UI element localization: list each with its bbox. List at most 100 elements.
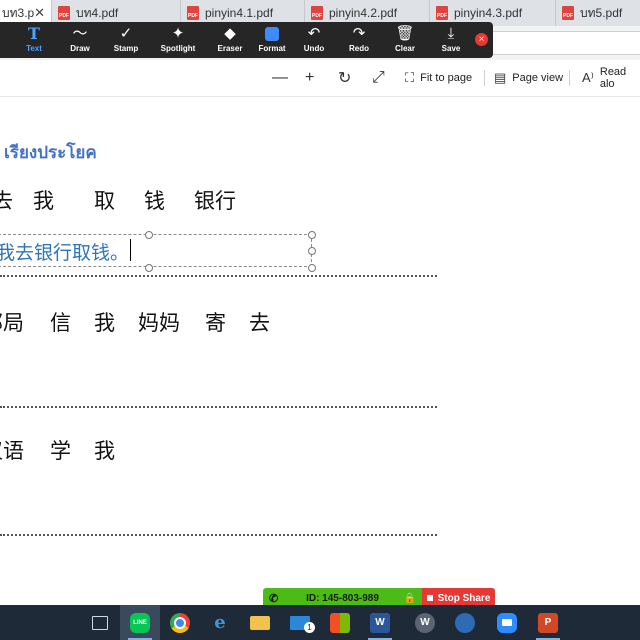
- word-row-3: 汉语 学 我: [0, 435, 200, 463]
- word: 我: [94, 311, 115, 335]
- word-row-1: 去 我 取 钱 银行: [0, 185, 260, 213]
- minus-icon: —: [272, 69, 288, 86]
- pdf-document-page: เรียงประโยค 去 我 取 钱 银行 我去银行取钱。 邮局 信 我 妈妈…: [0, 97, 640, 605]
- word-button[interactable]: W: [360, 605, 400, 640]
- line-app-button[interactable]: LINE: [120, 605, 160, 640]
- annotation-toolbar: T Text 〜 Draw ✓ Stamp ✦ Spotlight ◆ Eras…: [0, 22, 493, 58]
- stamp-icon: ✓: [119, 25, 133, 42]
- edge-button[interactable]: e: [200, 605, 240, 640]
- stamp-tool-button[interactable]: ✓ Stamp: [98, 22, 154, 58]
- expand-icon: ⤢: [372, 69, 385, 86]
- tool-label: Spotlight: [160, 44, 196, 53]
- store-icon: [330, 612, 350, 633]
- save-icon: ⤓: [447, 25, 455, 42]
- plus-icon: +: [305, 69, 315, 86]
- file-explorer-icon: [250, 615, 270, 630]
- word-row-2: 邮局 信 我 妈妈 寄 去: [0, 307, 300, 335]
- tool-label: Text: [26, 44, 42, 53]
- page-view-button[interactable]: ▤ Page view: [494, 60, 563, 96]
- zoom-in-button[interactable]: +: [305, 60, 320, 96]
- tool-label: Eraser: [217, 44, 243, 53]
- powerpoint-icon: P: [538, 612, 558, 633]
- exercise-heading: เรียงประโยค: [4, 143, 97, 163]
- spotlight-tool-button[interactable]: ✦ Spotlight: [150, 22, 206, 58]
- text-caret: [130, 239, 131, 261]
- chrome-icon: [170, 612, 190, 633]
- zoom-icon: [497, 612, 517, 633]
- wps-button[interactable]: W: [405, 605, 445, 640]
- resize-handle[interactable]: [308, 264, 316, 272]
- tab-bt5[interactable]: PDF บท5.pdf: [556, 0, 640, 26]
- toolbar-divider: [569, 70, 570, 86]
- save-button[interactable]: ⤓ Save: [423, 22, 479, 58]
- word: 我: [94, 439, 115, 463]
- toolbar-divider: [484, 70, 485, 86]
- resize-handle[interactable]: [308, 231, 316, 239]
- line-icon: LINE: [130, 612, 150, 633]
- tab-label: pinyin4.1.pdf: [205, 6, 274, 20]
- windows-taskbar: LINE e 1 W W P: [0, 605, 640, 640]
- tool-label: Save: [441, 44, 461, 53]
- word: 信: [50, 311, 71, 335]
- fit-to-page-button[interactable]: ⛶ Fit to page: [405, 60, 472, 96]
- eraser-icon: ◆: [224, 25, 236, 42]
- pdf-icon: PDF: [562, 6, 574, 20]
- store-button[interactable]: [320, 605, 360, 640]
- dotted-answer-line: [0, 275, 437, 277]
- tab-label: บท5.pdf: [580, 5, 623, 20]
- pdf-icon: PDF: [311, 6, 323, 20]
- fit-page-icon: ⛶: [405, 70, 415, 85]
- task-view-button[interactable]: [80, 605, 120, 640]
- read-aloud-button[interactable]: A⁾ Read alo: [582, 60, 640, 96]
- word: 银行: [194, 189, 236, 213]
- mail-badge: 1: [304, 622, 315, 633]
- resize-handle[interactable]: [145, 264, 153, 272]
- tab-label: pinyin4.3.pdf: [454, 6, 523, 20]
- close-annotation-icon[interactable]: ×: [475, 33, 488, 46]
- tool-label: Draw: [70, 44, 90, 53]
- app-button[interactable]: [445, 605, 485, 640]
- word: 寄: [205, 311, 226, 335]
- tool-label: Clear: [394, 44, 415, 53]
- format-icon: [265, 24, 279, 43]
- meeting-id-label: ID: 145-803-989: [306, 592, 379, 604]
- stop-icon: [426, 595, 433, 601]
- lock-icon: 🔒: [403, 592, 416, 604]
- pdf-viewer-toolbar: — + ↻ ⤢ ⛶ Fit to page ▤ Page view A⁾ Rea…: [0, 60, 640, 97]
- word: 妈妈: [138, 311, 180, 335]
- app-icon: [455, 612, 475, 633]
- close-icon[interactable]: ✕: [34, 5, 45, 21]
- trash-icon: 🗑: [395, 25, 415, 42]
- mail-button[interactable]: 1: [280, 605, 320, 640]
- chrome-button[interactable]: [160, 605, 200, 640]
- file-explorer-button[interactable]: [240, 605, 280, 640]
- fullscreen-button[interactable]: ⤢: [372, 60, 391, 96]
- task-view-icon: [92, 615, 108, 630]
- word: 汉语: [0, 439, 24, 463]
- word: 钱: [144, 189, 165, 213]
- powerpoint-button[interactable]: P: [528, 605, 568, 640]
- fit-to-page-label: Fit to page: [420, 72, 473, 84]
- word: 去: [249, 311, 270, 335]
- rotate-button[interactable]: ↻: [338, 60, 357, 96]
- tab-label: บท3.p: [2, 5, 35, 20]
- tab-label: pinyin4.2.pdf: [329, 6, 398, 20]
- page-view-icon: ▤: [494, 70, 507, 85]
- text-icon: T: [28, 23, 40, 43]
- word: 学: [50, 439, 71, 463]
- zoom-button[interactable]: [487, 605, 527, 640]
- pdf-icon: PDF: [187, 6, 199, 20]
- redo-icon: ↷: [352, 25, 366, 42]
- zoom-out-button[interactable]: —: [272, 60, 294, 96]
- tool-label: Format: [258, 44, 286, 53]
- page-view-label: Page view: [512, 72, 564, 84]
- pdf-icon: PDF: [58, 6, 70, 20]
- word: 取: [94, 189, 115, 213]
- resize-handle[interactable]: [145, 231, 153, 239]
- tool-label: Stamp: [113, 44, 139, 53]
- tool-label: Redo: [349, 44, 369, 53]
- typed-answer-text[interactable]: 我去银行取钱。: [0, 238, 129, 265]
- resize-handle[interactable]: [308, 247, 316, 255]
- draw-icon: 〜: [72, 25, 88, 42]
- address-field[interactable]: [480, 31, 640, 55]
